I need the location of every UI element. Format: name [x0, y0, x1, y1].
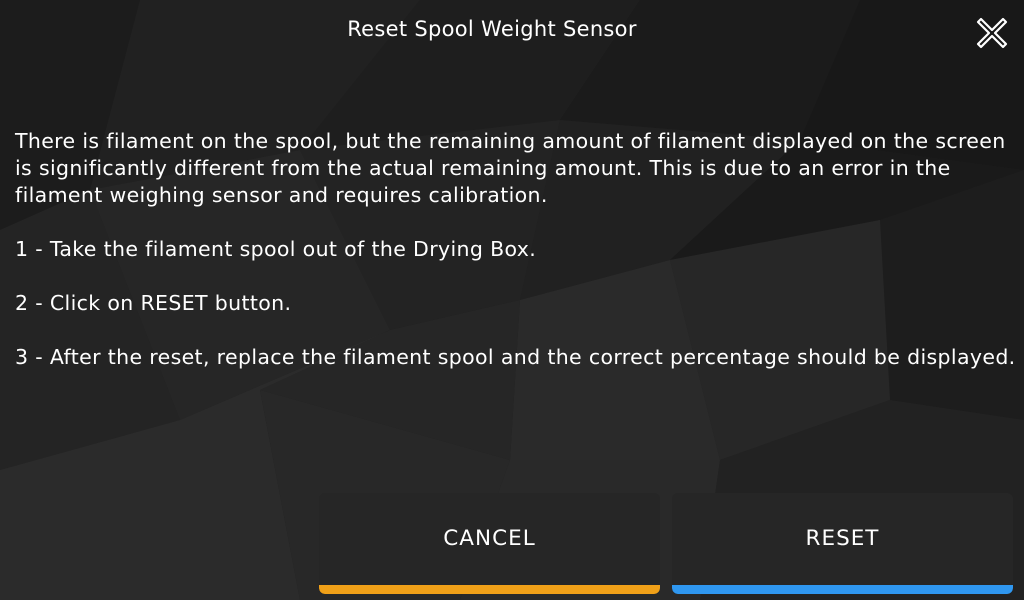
reset-spool-weight-dialog: Reset Spool Weight Sensor There is filam…	[0, 0, 1024, 600]
instructions-message: There is filament on the spool, but the …	[15, 128, 1020, 398]
step-1-text: 1 - Take the filament spool out of the D…	[15, 237, 537, 261]
cancel-accent-bar	[319, 585, 660, 594]
reset-button-label: RESET	[805, 526, 880, 551]
dialog-title: Reset Spool Weight Sensor	[347, 17, 637, 41]
close-button[interactable]	[972, 13, 1012, 53]
description-paragraph: There is filament on the spool, but the …	[15, 129, 1006, 207]
cancel-button-label: CANCEL	[443, 526, 536, 551]
cancel-button[interactable]: CANCEL	[319, 493, 660, 594]
step-3-text: 3 - After the reset, replace the filamen…	[15, 345, 1016, 369]
reset-button[interactable]: RESET	[672, 493, 1013, 594]
step-2-text: 2 - Click on RESET button.	[15, 291, 292, 315]
reset-accent-bar	[672, 585, 1013, 594]
close-x-icon	[976, 17, 1008, 49]
